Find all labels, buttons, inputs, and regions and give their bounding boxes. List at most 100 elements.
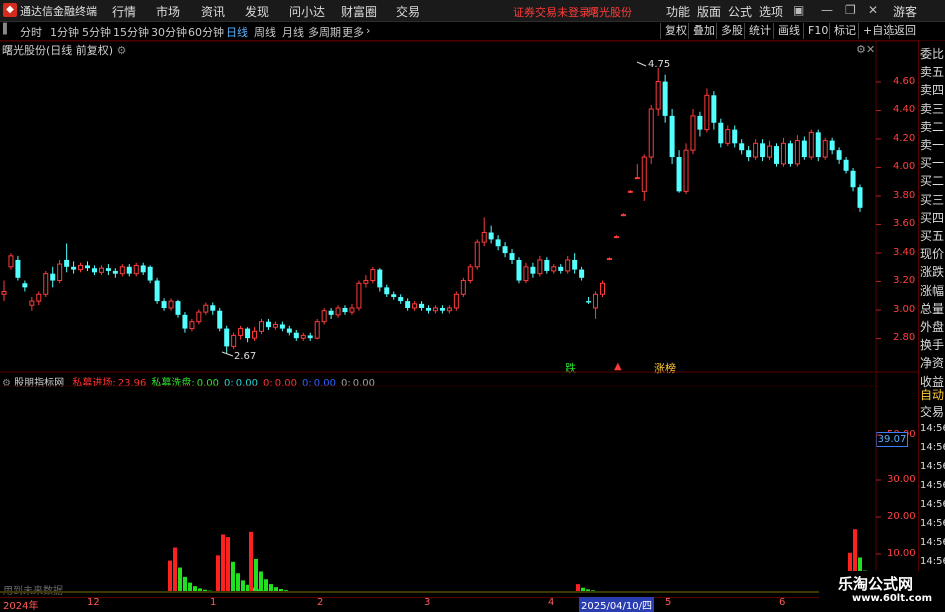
candle-body bbox=[551, 266, 557, 272]
candle-body bbox=[217, 310, 223, 329]
candle-body bbox=[780, 142, 786, 165]
candle-body bbox=[210, 305, 216, 311]
candle-body bbox=[419, 303, 425, 308]
candle-body bbox=[732, 129, 738, 144]
candle-body bbox=[704, 94, 710, 131]
candle-body bbox=[300, 334, 306, 339]
candle-body bbox=[342, 307, 348, 313]
candle-body bbox=[370, 269, 376, 282]
candle-body bbox=[843, 159, 849, 171]
high-pointer bbox=[636, 61, 647, 67]
candle-body bbox=[377, 269, 383, 288]
candle-body bbox=[822, 140, 828, 158]
candle-body bbox=[634, 177, 640, 180]
low-pointer bbox=[221, 351, 234, 357]
candle-body bbox=[655, 81, 661, 110]
candle-body bbox=[648, 108, 654, 158]
candle-body bbox=[71, 266, 77, 270]
candle-body bbox=[753, 142, 759, 158]
candle-body bbox=[509, 253, 515, 260]
candle-body bbox=[286, 328, 292, 333]
candle-body bbox=[412, 303, 418, 309]
date-label: 2 bbox=[317, 597, 324, 608]
candle-body bbox=[384, 287, 390, 295]
candle-body bbox=[335, 307, 341, 316]
candle-body bbox=[746, 150, 752, 158]
candle-body bbox=[126, 266, 132, 274]
candle-body bbox=[112, 270, 118, 274]
candle-body bbox=[620, 214, 626, 217]
candle-body bbox=[224, 328, 230, 347]
indicator-bar-down bbox=[178, 567, 182, 592]
candle-body bbox=[850, 170, 856, 188]
candle-body bbox=[363, 280, 369, 284]
candle-body bbox=[481, 232, 487, 243]
candle-body bbox=[22, 283, 28, 288]
indicator-bar-up bbox=[173, 547, 177, 592]
candle-body bbox=[523, 266, 529, 282]
indicator-bar-up bbox=[249, 531, 253, 592]
candle-body bbox=[1, 291, 7, 295]
candle-body bbox=[502, 246, 508, 254]
candle-body bbox=[794, 140, 800, 165]
candle-body bbox=[572, 259, 578, 270]
candle-body bbox=[168, 300, 174, 309]
indicator-bar-down bbox=[231, 561, 235, 592]
candle-body bbox=[439, 307, 445, 311]
date-label: 6 bbox=[779, 597, 786, 608]
candle-body bbox=[829, 140, 835, 151]
candle-body bbox=[537, 259, 543, 275]
candle-body bbox=[613, 236, 619, 239]
candle-body bbox=[307, 335, 313, 339]
candle-body bbox=[161, 301, 167, 308]
candle-body bbox=[36, 293, 42, 302]
candle-body bbox=[252, 330, 258, 339]
candle-body bbox=[432, 307, 438, 312]
candle-body bbox=[453, 293, 459, 309]
candle-body bbox=[265, 321, 271, 328]
indicator-bar-up bbox=[216, 555, 220, 592]
indicator-bar-down bbox=[259, 571, 263, 592]
candle-body bbox=[836, 150, 842, 160]
candle-body bbox=[767, 145, 773, 158]
candle-body bbox=[801, 140, 807, 158]
candle-body bbox=[760, 143, 766, 158]
date-label: 4 bbox=[548, 597, 555, 608]
candle-body bbox=[683, 149, 689, 192]
indicator-bar-up bbox=[226, 537, 230, 592]
indicator-bar-up bbox=[576, 584, 580, 592]
candle-body bbox=[140, 265, 146, 273]
candle-body bbox=[516, 259, 522, 281]
candle-body bbox=[349, 307, 355, 313]
candle-body bbox=[690, 115, 696, 151]
candle-body bbox=[773, 146, 779, 164]
candle-body bbox=[676, 157, 682, 192]
watermark-title: 乐淘公式网 bbox=[838, 575, 914, 593]
date-label: 2024年 bbox=[3, 601, 39, 612]
candle-body bbox=[64, 259, 70, 267]
candle-body bbox=[189, 321, 195, 330]
candle-body bbox=[857, 187, 863, 208]
indicator-bar-down bbox=[264, 579, 268, 592]
candle-body bbox=[29, 300, 35, 306]
candle-body bbox=[815, 132, 821, 158]
date-label: 5 bbox=[665, 597, 672, 608]
candle-body bbox=[606, 258, 612, 261]
candle-body bbox=[175, 301, 181, 315]
candle-body bbox=[356, 282, 362, 309]
candle-body bbox=[488, 232, 494, 240]
candle-body bbox=[279, 324, 285, 329]
candle-body bbox=[147, 266, 153, 281]
candle-body bbox=[78, 264, 84, 271]
candle-body bbox=[293, 332, 299, 339]
candle-body bbox=[641, 156, 647, 192]
candle-body bbox=[565, 259, 571, 272]
candle-body bbox=[182, 314, 188, 329]
indicator-bar-up bbox=[221, 534, 225, 592]
cursor-date: 2025/04/10/四 bbox=[579, 597, 655, 612]
candle-body bbox=[446, 307, 452, 312]
kline-chart[interactable] bbox=[0, 0, 945, 609]
candle-body bbox=[91, 268, 97, 273]
candle-body bbox=[314, 321, 320, 339]
candle-body bbox=[43, 273, 49, 295]
